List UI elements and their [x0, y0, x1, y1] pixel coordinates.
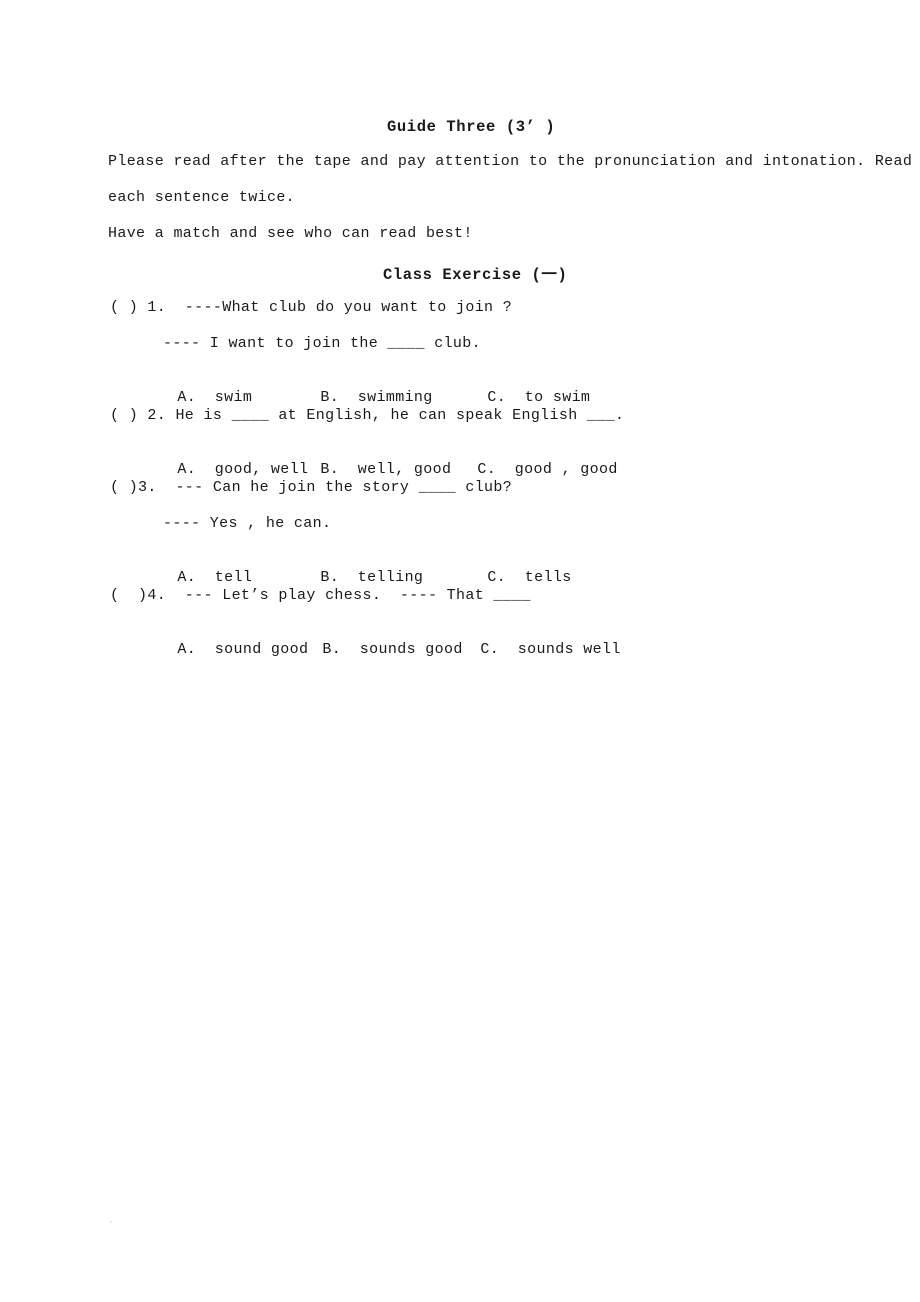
- worksheet-page: Guide Three (3’ ) Please read after the …: [0, 0, 920, 1302]
- question-2-option-c[interactable]: C. good , good: [477, 461, 617, 478]
- question-4-option-a[interactable]: A. sound good: [177, 641, 322, 658]
- question-1-option-a[interactable]: A. swim: [177, 389, 320, 406]
- guide-title: Guide Three (3’ ): [387, 118, 556, 136]
- question-2-option-b[interactable]: B. well, good: [320, 461, 477, 478]
- class-exercise-title: Class Exercise (一): [383, 266, 568, 284]
- question-3-option-a[interactable]: A. tell: [177, 569, 320, 586]
- question-2-stem: ( ) 2. He is ____ at English, he can spe…: [110, 407, 625, 424]
- question-1-continuation: ---- I want to join the ____ club.: [163, 335, 481, 352]
- question-1-option-b[interactable]: B. swimming: [320, 389, 487, 406]
- question-2-option-a[interactable]: A. good, well: [177, 461, 320, 478]
- match-instruction-line: Have a match and see who can read best!: [108, 225, 473, 242]
- question-3-stem: ( )3. --- Can he join the story ____ clu…: [110, 479, 513, 496]
- question-3-continuation: ---- Yes , he can.: [163, 515, 332, 532]
- question-4-option-b[interactable]: B. sounds good: [322, 641, 480, 658]
- question-4-options: A. sound good B. sounds good C. sounds wel…: [140, 624, 840, 675]
- question-1-stem: ( ) 1. ----What club do you want to join…: [110, 299, 513, 316]
- question-1-option-c[interactable]: C. to swim: [487, 389, 590, 406]
- question-3-option-c[interactable]: C. tells: [487, 569, 571, 586]
- question-4-stem: ( )4. --- Let’s play chess. ---- That __…: [110, 587, 531, 604]
- question-4-option-c[interactable]: C. sounds well: [480, 641, 620, 658]
- intro-paragraph-line-1: Please read after the tape and pay atten…: [108, 153, 913, 170]
- question-3-option-b[interactable]: B. telling: [320, 569, 487, 586]
- scan-artifact-speck: [110, 1221, 112, 1223]
- intro-paragraph-line-2: each sentence twice.: [108, 189, 296, 206]
